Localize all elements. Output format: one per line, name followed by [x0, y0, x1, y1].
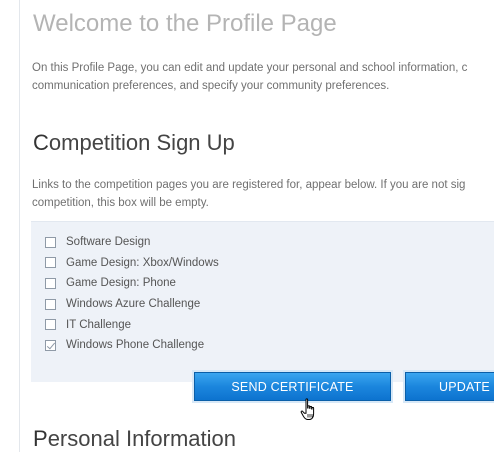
- competition-item-game-design-xbox[interactable]: Game Design: Xbox/Windows: [45, 253, 219, 274]
- competition-heading-rest: ompetition Sign Up: [48, 130, 235, 155]
- welcome-description: On this Profile Page, you can edit and u…: [32, 59, 494, 95]
- competition-panel: Software Design Game Design: Xbox/Window…: [31, 221, 494, 382]
- windows-phone-checkbox[interactable]: [45, 339, 56, 351]
- software-design-label: Software Design: [66, 236, 151, 249]
- competition-description-line2: competition, this box will be empty.: [32, 197, 209, 209]
- game-design-phone-checkbox[interactable]: [45, 277, 56, 289]
- personal-heading-initial: P: [33, 426, 48, 451]
- competition-item-windows-phone[interactable]: Windows Phone Challenge: [45, 335, 219, 356]
- competition-heading-initial: C: [33, 130, 49, 155]
- competition-heading: Competition Sign Up: [33, 130, 235, 156]
- send-certificate-button[interactable]: SEND CERTIFICATE: [194, 372, 391, 401]
- hand-pointer-icon: [300, 398, 315, 420]
- update-button[interactable]: UPDATE: [405, 372, 494, 401]
- competition-description-line1: Links to the competition pages you are r…: [32, 179, 466, 191]
- competition-item-windows-azure[interactable]: Windows Azure Challenge: [45, 294, 219, 315]
- competition-description: Links to the competition pages you are r…: [32, 176, 494, 212]
- welcome-description-line2: communication preferences, and specify y…: [32, 80, 390, 92]
- competition-checkbox-list: Software Design Game Design: Xbox/Window…: [45, 232, 219, 356]
- personal-information-heading: Personal Information: [33, 426, 236, 452]
- it-challenge-checkbox[interactable]: [45, 319, 56, 331]
- competition-item-game-design-phone[interactable]: Game Design: Phone: [45, 273, 219, 294]
- it-challenge-label: IT Challenge: [66, 318, 131, 331]
- competition-item-software-design[interactable]: Software Design: [45, 232, 219, 253]
- competition-item-it-challenge[interactable]: IT Challenge: [45, 314, 219, 335]
- left-border: [19, 0, 20, 452]
- page-title: Welcome to the Profile Page: [33, 10, 337, 37]
- windows-phone-label: Windows Phone Challenge: [66, 339, 205, 352]
- game-design-xbox-checkbox[interactable]: [45, 257, 56, 269]
- windows-azure-label: Windows Azure Challenge: [66, 298, 201, 311]
- personal-heading-rest: ersonal Information: [47, 426, 237, 451]
- game-design-xbox-label: Game Design: Xbox/Windows: [66, 256, 219, 269]
- game-design-phone-label: Game Design: Phone: [66, 277, 176, 290]
- software-design-checkbox[interactable]: [45, 236, 56, 248]
- welcome-description-line1: On this Profile Page, you can edit and u…: [32, 62, 468, 74]
- windows-azure-checkbox[interactable]: [45, 298, 56, 310]
